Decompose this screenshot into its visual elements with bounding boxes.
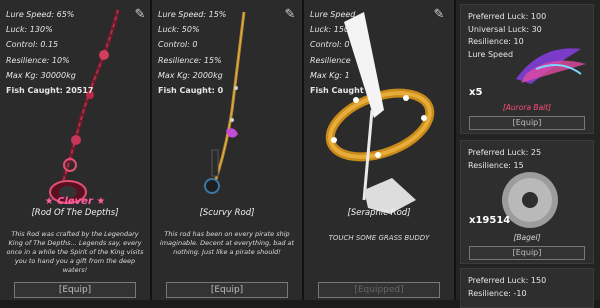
rod-card-depths[interactable]: Lure Speed: 65% Luck: 130% Control: 0.15…	[0, 0, 152, 300]
stat-fish-caught: Fish Caught	[310, 86, 364, 96]
bait-stats: Preferred Luck: 150 Resilience: -10	[468, 275, 546, 300]
stat-lure-speed: Lure Speed	[468, 49, 514, 59]
rod-description: TOUCH SOME GRASS BUDDY	[328, 234, 430, 242]
stat-preferred-luck: Preferred Luck: 100	[468, 12, 547, 21]
stat-resilience: Resilience	[310, 55, 351, 65]
stat-fish-caught: Fish Caught: 0	[158, 86, 224, 96]
stat-luck: Luck: 50%	[158, 25, 200, 35]
rod-stats: Lure Speed Luck: 150 Control: 0 Resilien…	[310, 7, 364, 98]
bait-name: [Bagel]	[513, 233, 541, 242]
rod-name: [Seraphic Rod]	[347, 208, 411, 218]
rod-name: [Rod Of The Depths]	[31, 208, 119, 218]
bait-stats: Preferred Luck: 25 Resilience: 15	[468, 147, 541, 172]
rod-description: This Rod was crafted by the Legendary Ki…	[6, 230, 144, 274]
bait-card-aurora[interactable]: Preferred Luck: 100 Universal Luck: 30 R…	[460, 4, 594, 134]
bait-name: [Aurora Bait]	[502, 103, 552, 112]
rod-description: This rod has been on every pirate ship i…	[159, 230, 295, 256]
equip-button[interactable]: [Equip]	[469, 116, 585, 130]
stat-lure-speed: Lure Speed: 65%	[6, 10, 75, 19]
stat-resilience: Resilience: 15	[468, 160, 524, 170]
stat-preferred-luck: Preferred Luck: 25	[468, 148, 542, 157]
stat-luck: Luck: 130%	[6, 25, 53, 35]
bait-card-3[interactable]: Preferred Luck: 150 Resilience: -10	[460, 268, 594, 308]
stat-lure-speed: Lure Speed	[310, 10, 356, 19]
bait-stats: Preferred Luck: 100 Universal Luck: 30 R…	[468, 11, 546, 61]
edit-icon[interactable]: ✎	[133, 8, 147, 22]
rod-name: [Scurvy Rod]	[199, 208, 255, 218]
rod-card-scurvy[interactable]: Lure Speed: 15% Luck: 50% Control: 0 Res…	[152, 0, 304, 300]
stat-control: Control: 0.15	[6, 40, 59, 50]
stat-control: Control: 0	[158, 40, 198, 50]
edit-icon[interactable]: ✎	[283, 8, 297, 22]
stat-resilience: Resilience: 10%	[6, 55, 70, 65]
stat-luck: Luck: 150	[310, 25, 350, 35]
rod-card-seraphic[interactable]: Lure Speed Luck: 150 Control: 0 Resilien…	[304, 0, 456, 300]
stat-resilience: Resilience: -10	[468, 288, 527, 298]
stat-max-kg: Max Kg: 2000kg	[158, 70, 223, 80]
edit-icon[interactable]: ✎	[432, 8, 446, 22]
stat-resilience: Resilience: 15%	[158, 55, 222, 65]
rod-stats: Lure Speed: 65% Luck: 130% Control: 0.15…	[6, 7, 93, 98]
stat-max-kg: Max Kg: 30000kg	[6, 70, 76, 80]
rod-stats: Lure Speed: 15% Luck: 50% Control: 0 Res…	[158, 7, 226, 98]
clever-badge: ★ Clever ★	[44, 196, 106, 207]
stat-control: Control: 0	[310, 40, 350, 50]
equip-button[interactable]: [Equip]	[469, 246, 585, 260]
stat-preferred-luck: Preferred Luck: 150	[468, 276, 547, 285]
bait-panel[interactable]: Preferred Luck: 100 Universal Luck: 30 R…	[456, 0, 600, 308]
stat-universal-luck: Universal Luck: 30	[468, 24, 542, 34]
stat-lure-speed: Lure Speed: 15%	[158, 10, 227, 19]
stat-max-kg: Max Kg: 1	[310, 70, 350, 80]
bait-card-bagel[interactable]: Preferred Luck: 25 Resilience: 15 x19514…	[460, 140, 594, 264]
stat-resilience: Resilience: 10	[468, 37, 524, 46]
bait-count: x5	[469, 87, 483, 98]
stat-fish-caught: Fish Caught: 20517	[6, 86, 94, 96]
bait-count: x19514	[469, 215, 511, 226]
